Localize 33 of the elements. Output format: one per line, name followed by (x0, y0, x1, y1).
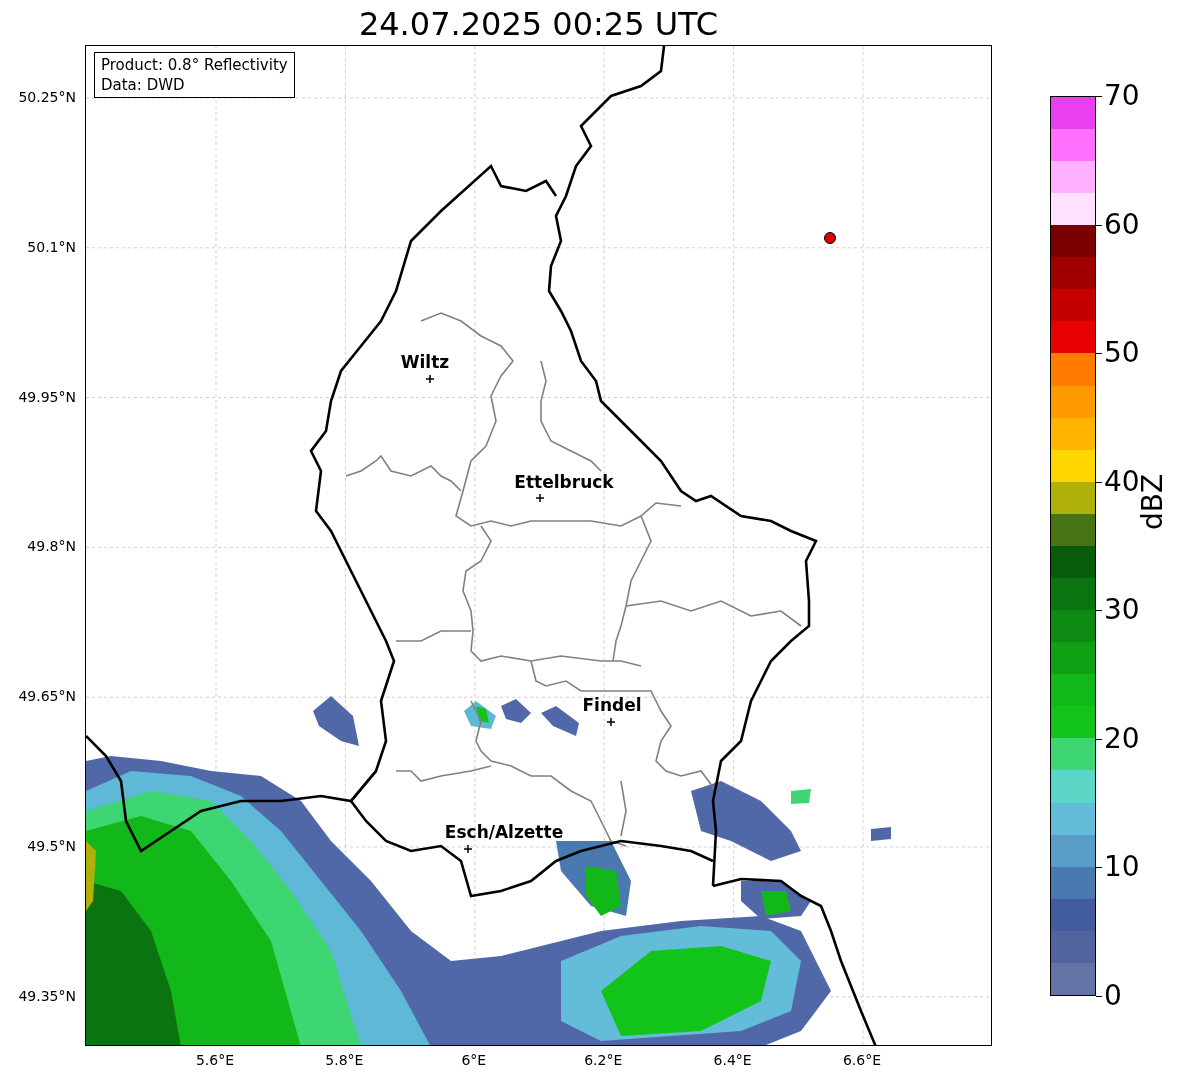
axis-tick-label: 50.25°N (18, 89, 76, 105)
axis-tick-label: 49.5°N (27, 838, 76, 854)
axis-tick-label: 6°E (461, 1052, 487, 1068)
plus-marker-icon (607, 718, 615, 726)
axis-tick-label: 50.1°N (27, 238, 76, 255)
axis-tick-label: 49.95°N (18, 388, 76, 405)
axis-tick-label: 5.6°E (195, 1052, 235, 1068)
axis-tick-label: 49.8°N (27, 538, 76, 555)
colorbar-tick-label: 70 (1104, 81, 1140, 111)
city-label: Findel (582, 696, 642, 714)
axis-tick-label: 6.4°E (713, 1052, 752, 1068)
axis-tick-label: 5.8°E (325, 1052, 364, 1068)
colorbar-tick-label: 0 (1104, 981, 1122, 1011)
colorbar-tick-label: 50 (1104, 338, 1140, 369)
axis-tick-label: 6.6°E (842, 1052, 882, 1068)
city-label: Ettelbruck (514, 473, 614, 491)
axis-tick-label: 49.35°N (18, 987, 76, 1004)
axis-tick-label: 6.2°E (584, 1052, 623, 1068)
colorbar-label: dBZ (1138, 473, 1168, 530)
plus-marker-icon (464, 845, 472, 853)
chart-title: 24.07.2025 00:25 UTC (357, 4, 720, 44)
colorbar-tick-label: 40 (1104, 466, 1140, 497)
plus-marker-icon (426, 375, 434, 383)
colorbar-tick-label: 10 (1104, 852, 1140, 883)
plus-marker-icon (536, 494, 544, 502)
legend-text: Data: DWD (101, 75, 186, 95)
city-label: Wiltz (400, 353, 450, 371)
legend-text: Product: 0.8° Reflectivity (101, 55, 288, 75)
colorbar-tick-label: 20 (1104, 723, 1140, 754)
colorbar-tick-label: 60 (1104, 209, 1140, 240)
colorbar-tick-label: 30 (1104, 595, 1140, 626)
city-label: Esch/Alzette (444, 823, 564, 841)
axis-tick-label: 49.65°N (18, 688, 76, 705)
